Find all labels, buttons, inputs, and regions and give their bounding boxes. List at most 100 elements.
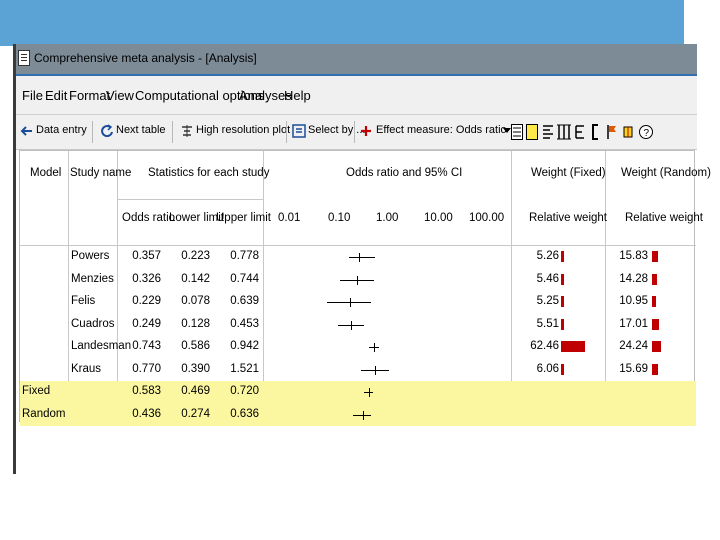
weight-fixed-cell: 62.46 [530, 340, 559, 352]
relative-weight-fixed-header: Relative weight [529, 212, 607, 224]
study-name-cell: Felis [71, 295, 96, 307]
refresh-icon [101, 124, 113, 138]
upper-limit-column-header: Upper limit [216, 212, 271, 224]
weight-random-cell: 10.95 [619, 295, 648, 307]
odds-ratio-cell: 0.229 [132, 295, 161, 307]
study-name-column-header: Study name [70, 167, 132, 179]
weight-fixed-bar [561, 318, 564, 330]
plot-tick-label: 1.00 [376, 212, 399, 224]
decimal-icon[interactable] [574, 124, 586, 140]
upper-limit-cell: 0.453 [230, 317, 259, 330]
lower-limit-cell: 0.390 [181, 362, 210, 375]
lower-limit-cell: 0.128 [181, 317, 210, 330]
upper-limit-cell: 0.744 [230, 272, 259, 285]
menu-file[interactable]: File [22, 88, 43, 103]
help-icon[interactable]: ? [638, 124, 654, 140]
slide-top-corner [684, 0, 720, 46]
weight-random-bar [652, 318, 659, 330]
columns-icon[interactable] [557, 124, 571, 140]
bracket-icon[interactable] [590, 124, 602, 140]
arrow-left-icon [20, 126, 32, 136]
slide-top-band [0, 0, 684, 46]
app-icon [18, 50, 30, 66]
column-divider [68, 151, 69, 245]
lower-limit-cell: 0.274 [181, 407, 210, 420]
weight-random-cell: 15.83 [619, 250, 648, 262]
weight-fixed-bar [561, 341, 585, 352]
weight-random-cell: 14.28 [619, 272, 648, 285]
analysis-grid: Model Study name Statistics for each stu… [19, 150, 711, 426]
menu-bar: File Edit Format View Computational opti… [16, 76, 697, 115]
weight-random-cell: 17.01 [619, 317, 648, 330]
statistics-group-header: Statistics for each study [148, 167, 270, 179]
odds-ratio-cell: 0.743 [132, 340, 161, 352]
odds-ratio-cell: 0.770 [132, 362, 161, 375]
lower-limit-cell: 0.142 [181, 272, 210, 285]
subheader-divider [117, 199, 263, 200]
column-divider [511, 151, 512, 245]
odds-ratio-cell: 0.326 [132, 272, 161, 285]
column-divider [117, 151, 118, 245]
weight-fixed-column-header: Weight (Fixed) [531, 167, 606, 179]
weight-random-cell: 15.69 [619, 362, 648, 375]
plot-tick-label: 0.01 [278, 212, 301, 224]
weight-fixed-cell: 5.26 [536, 250, 559, 262]
point-estimate-marker [368, 388, 370, 398]
point-estimate-marker [349, 298, 351, 308]
odds-ratio-cell: 0.249 [132, 317, 161, 330]
menu-edit[interactable]: Edit [45, 88, 67, 103]
forest-plot-title: Odds ratio and 95% CI [346, 167, 463, 179]
upper-limit-cell: 0.636 [230, 407, 259, 420]
svg-text:?: ? [644, 128, 650, 139]
weight-fixed-cell: 6.06 [536, 362, 559, 375]
model-cell: Fixed [22, 385, 51, 397]
flag-icon[interactable] [606, 124, 618, 140]
odds-ratio-cell: 0.583 [132, 385, 161, 397]
lower-limit-cell: 0.586 [181, 340, 210, 352]
weight-fixed-cell: 5.46 [536, 272, 559, 285]
high-resolution-plot-button[interactable]: High resolution plot [196, 124, 290, 136]
data-entry-button[interactable]: Data entry [36, 124, 87, 136]
weight-random-column-header: Weight (Random) [621, 167, 711, 179]
table-view-icon[interactable] [511, 124, 523, 140]
toolbar-separator [286, 121, 287, 143]
menu-help[interactable]: Help [284, 88, 311, 103]
weight-fixed-bar [561, 273, 564, 285]
title-bar: Comprehensive meta analysis - [Analysis] [16, 44, 697, 74]
upper-limit-cell: 0.639 [230, 295, 259, 307]
window-title: Comprehensive meta analysis - [Analysis] [34, 51, 257, 65]
lower-limit-cell: 0.223 [181, 250, 210, 262]
align-icon[interactable] [542, 124, 554, 140]
select-by-icon [292, 124, 306, 138]
forest-plot-icon [182, 125, 192, 137]
weight-random-bar [652, 341, 662, 352]
upper-limit-cell: 0.942 [230, 340, 259, 352]
header-divider [20, 245, 696, 246]
toolbar-separator [354, 121, 355, 143]
upper-limit-cell: 0.720 [230, 385, 259, 397]
menu-format[interactable]: Format [69, 88, 110, 103]
weight-random-bar [652, 251, 659, 262]
model-cell: Random [22, 407, 66, 420]
toolbar: Data entry Next table High resolution pl… [16, 115, 697, 150]
point-estimate-marker [356, 275, 358, 285]
marker-icon[interactable] [622, 124, 634, 140]
study-name-cell: Cuadros [71, 317, 115, 330]
effect-measure-dropdown[interactable]: Effect measure: Odds ratio [376, 124, 507, 136]
highlight-icon[interactable] [526, 124, 538, 140]
weight-fixed-cell: 5.51 [536, 317, 559, 330]
next-table-button[interactable]: Next table [116, 124, 166, 136]
ci-line [349, 257, 375, 259]
chevron-down-icon[interactable] [503, 127, 511, 135]
point-estimate-marker [351, 320, 353, 330]
point-estimate-marker [358, 253, 360, 263]
study-name-cell: Landesman [71, 340, 132, 352]
relative-weight-random-header: Relative weight [625, 212, 703, 224]
weight-random-bar [652, 363, 659, 375]
weight-random-cell: 24.24 [619, 340, 648, 352]
select-by-button[interactable]: Select by ... [308, 124, 365, 136]
plot-tick-label: 100.00 [469, 212, 505, 224]
weight-random-bar [652, 296, 657, 307]
menu-view[interactable]: View [106, 88, 134, 103]
study-name-cell: Menzies [71, 272, 114, 285]
